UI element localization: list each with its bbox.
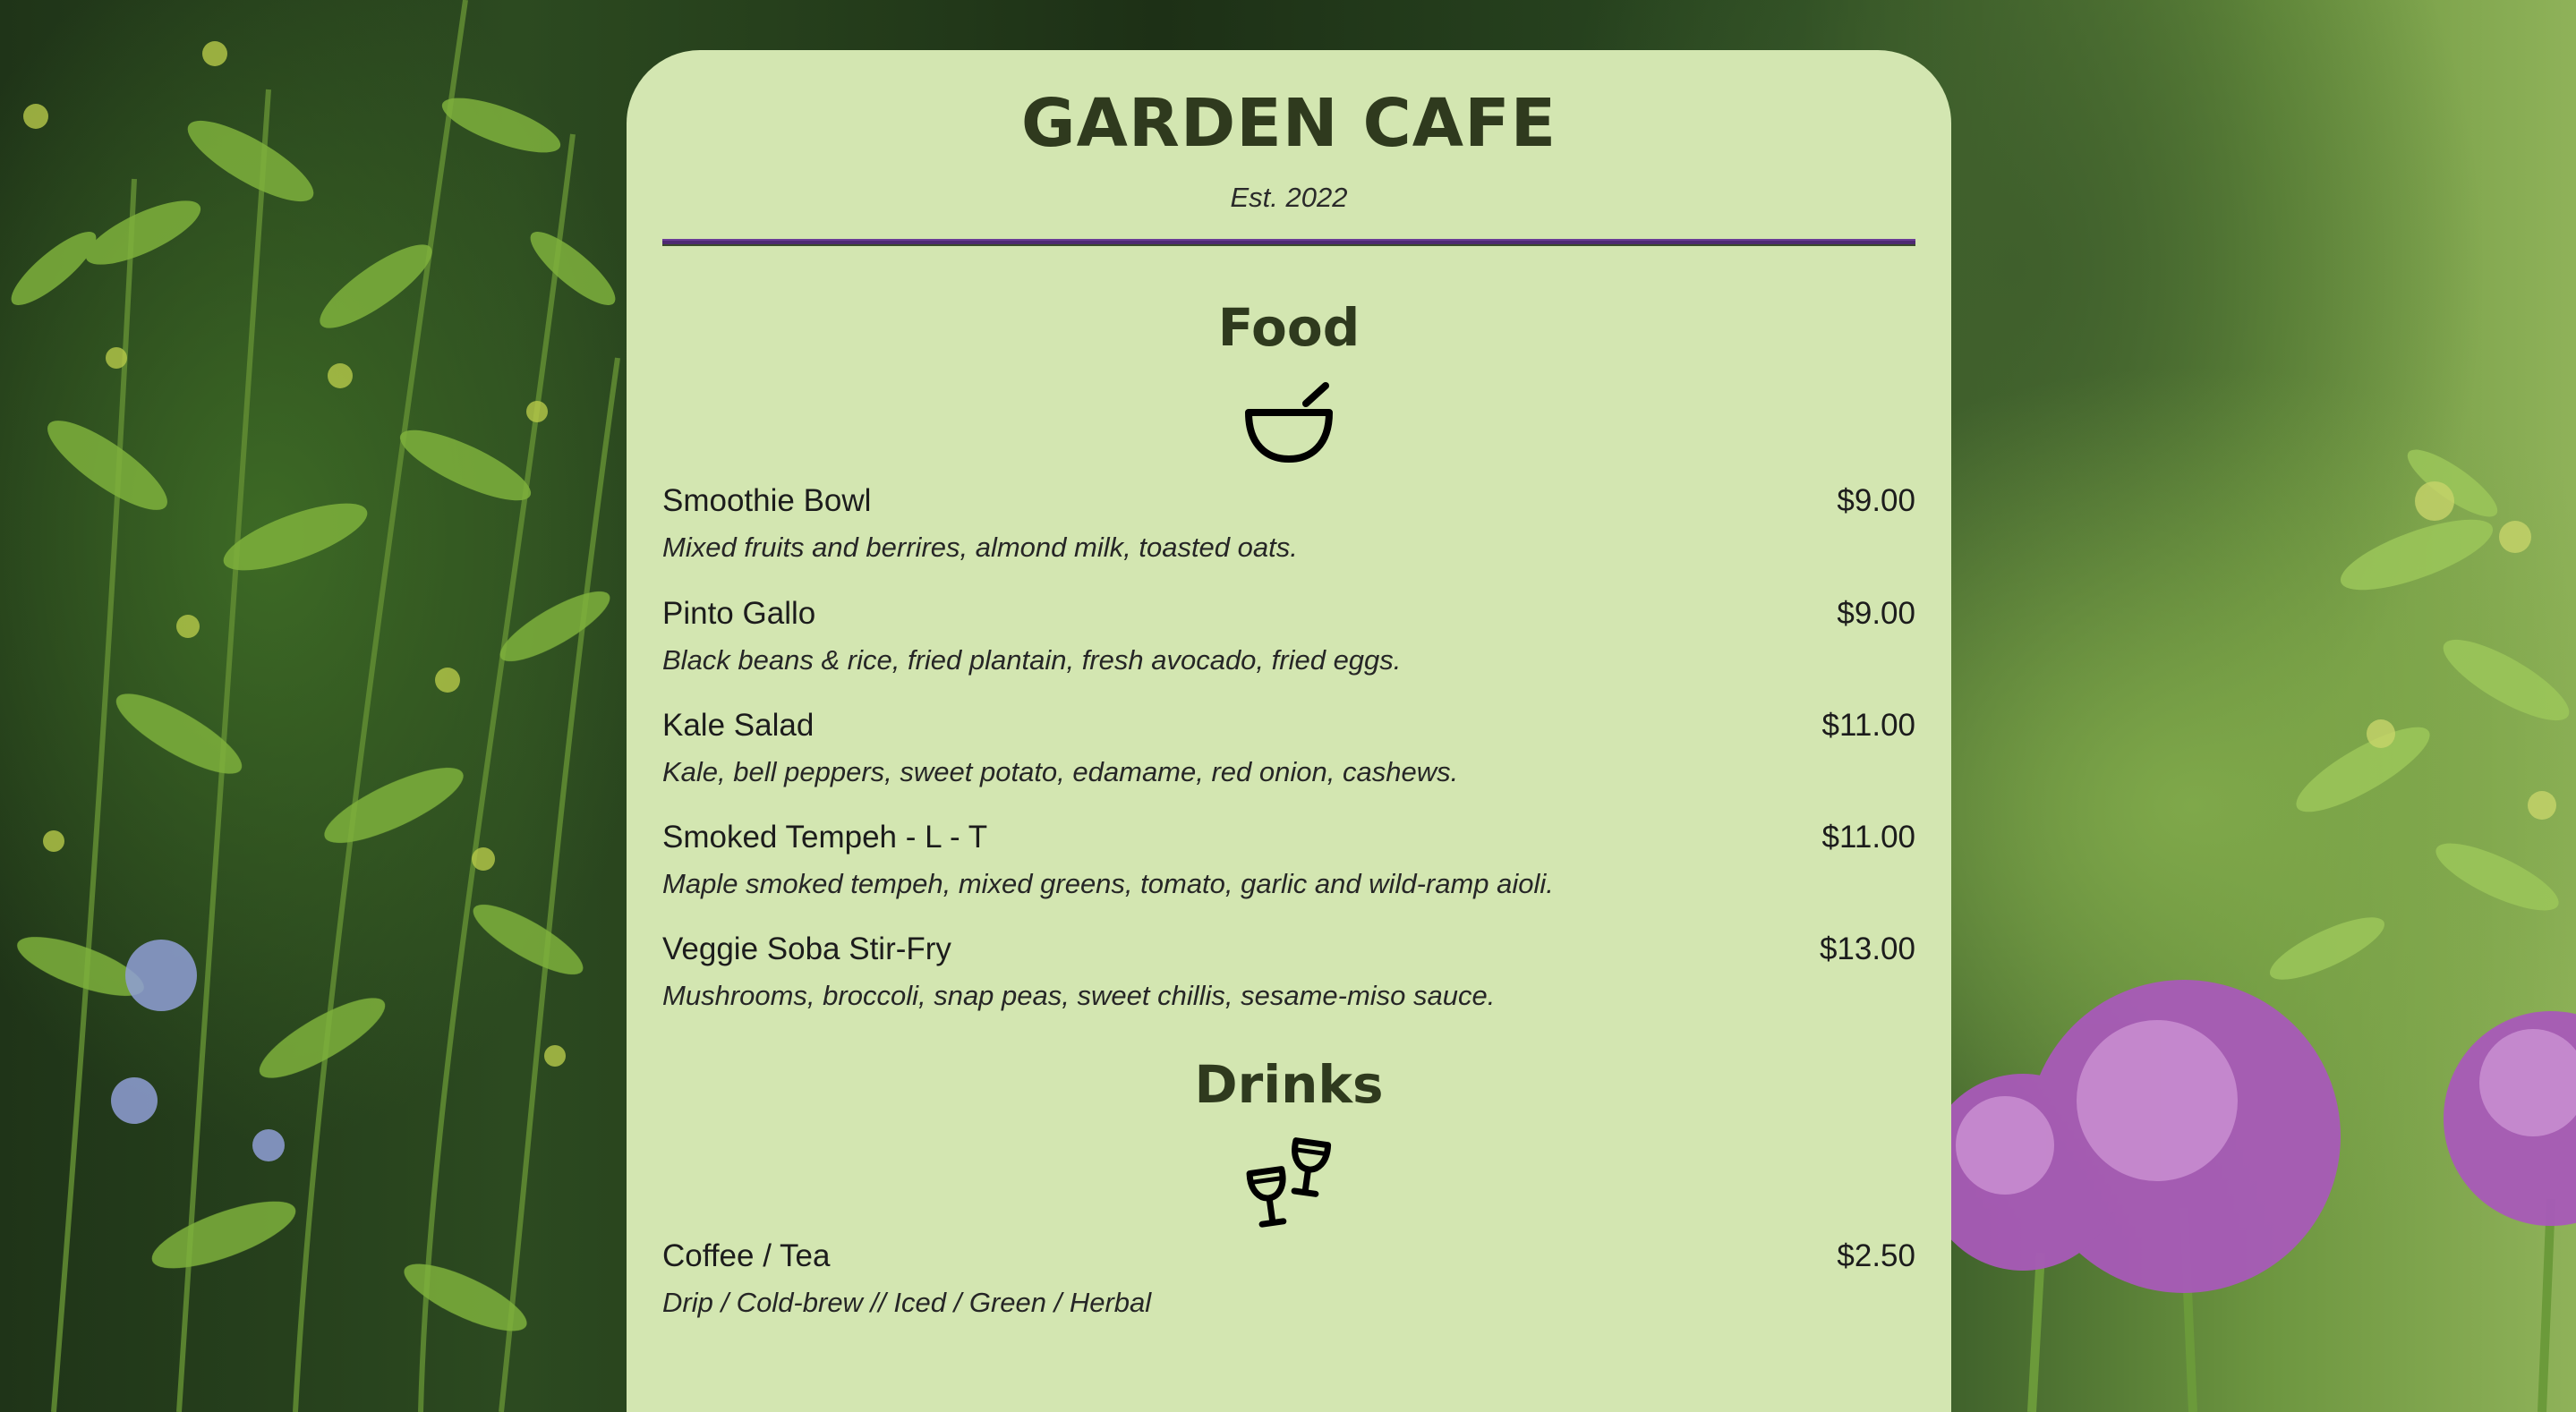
item-name: Veggie Soba Stir-Fry xyxy=(662,931,951,967)
item-name: Smoothie Bowl xyxy=(662,483,872,519)
menu-item: Veggie Soba Stir-Fry $13.00 Mushrooms, b… xyxy=(662,931,1915,1012)
item-description: Drip / Cold-brew // Iced / Green / Herba… xyxy=(662,1287,1152,1319)
cafe-title: GARDEN CAFE xyxy=(1020,85,1557,162)
bowl-icon xyxy=(1245,382,1333,464)
drinks-section: Drinks Coffee / Tea $2.50 Drip / Cold-br… xyxy=(662,1059,1915,1319)
menu-item: Smoked Tempeh - L - T $11.00 Maple smoke… xyxy=(662,819,1915,900)
item-description: Maple smoked tempeh, mixed greens, tomat… xyxy=(662,867,1554,899)
item-description: Mixed fruits and berrires, almond milk, … xyxy=(662,532,1298,564)
item-name: Smoked Tempeh - L - T xyxy=(662,819,988,855)
drinks-section-title: Drinks xyxy=(1194,1054,1384,1116)
established-year: Est. 2022 xyxy=(1230,182,1348,214)
item-name: Pinto Gallo xyxy=(662,595,816,631)
menu-card: GARDEN CAFE Est. 2022 Food Smoothie Bowl… xyxy=(627,50,1951,1412)
item-price: $11.00 xyxy=(1821,819,1915,855)
item-description: Kale, bell peppers, sweet potato, edamam… xyxy=(662,755,1459,787)
menu-item: Smoothie Bowl $9.00 Mixed fruits and ber… xyxy=(662,482,1915,564)
wine-glasses-icon xyxy=(1246,1137,1332,1229)
menu-item: Kale Salad $11.00 Kale, bell peppers, sw… xyxy=(662,707,1915,788)
item-price: $13.00 xyxy=(1819,931,1915,967)
item-price: $11.00 xyxy=(1821,707,1915,743)
item-price: $9.00 xyxy=(1837,483,1915,519)
item-price: $2.50 xyxy=(1837,1238,1915,1274)
item-description: Black beans & rice, fried plantain, fres… xyxy=(662,643,1402,676)
menu-item: Pinto Gallo $9.00 Black beans & rice, fr… xyxy=(662,595,1915,676)
food-section-title: Food xyxy=(1217,297,1361,359)
food-section: Food Smoothie Bowl $9.00 Mixed fruits an… xyxy=(662,302,1915,1012)
header-divider xyxy=(662,239,1915,247)
item-description: Mushrooms, broccoli, snap peas, sweet ch… xyxy=(662,980,1496,1012)
item-price: $9.00 xyxy=(1837,595,1915,631)
item-name: Kale Salad xyxy=(662,707,815,743)
item-name: Coffee / Tea xyxy=(662,1238,831,1274)
menu-item: Coffee / Tea $2.50 Drip / Cold-brew // I… xyxy=(662,1238,1915,1319)
